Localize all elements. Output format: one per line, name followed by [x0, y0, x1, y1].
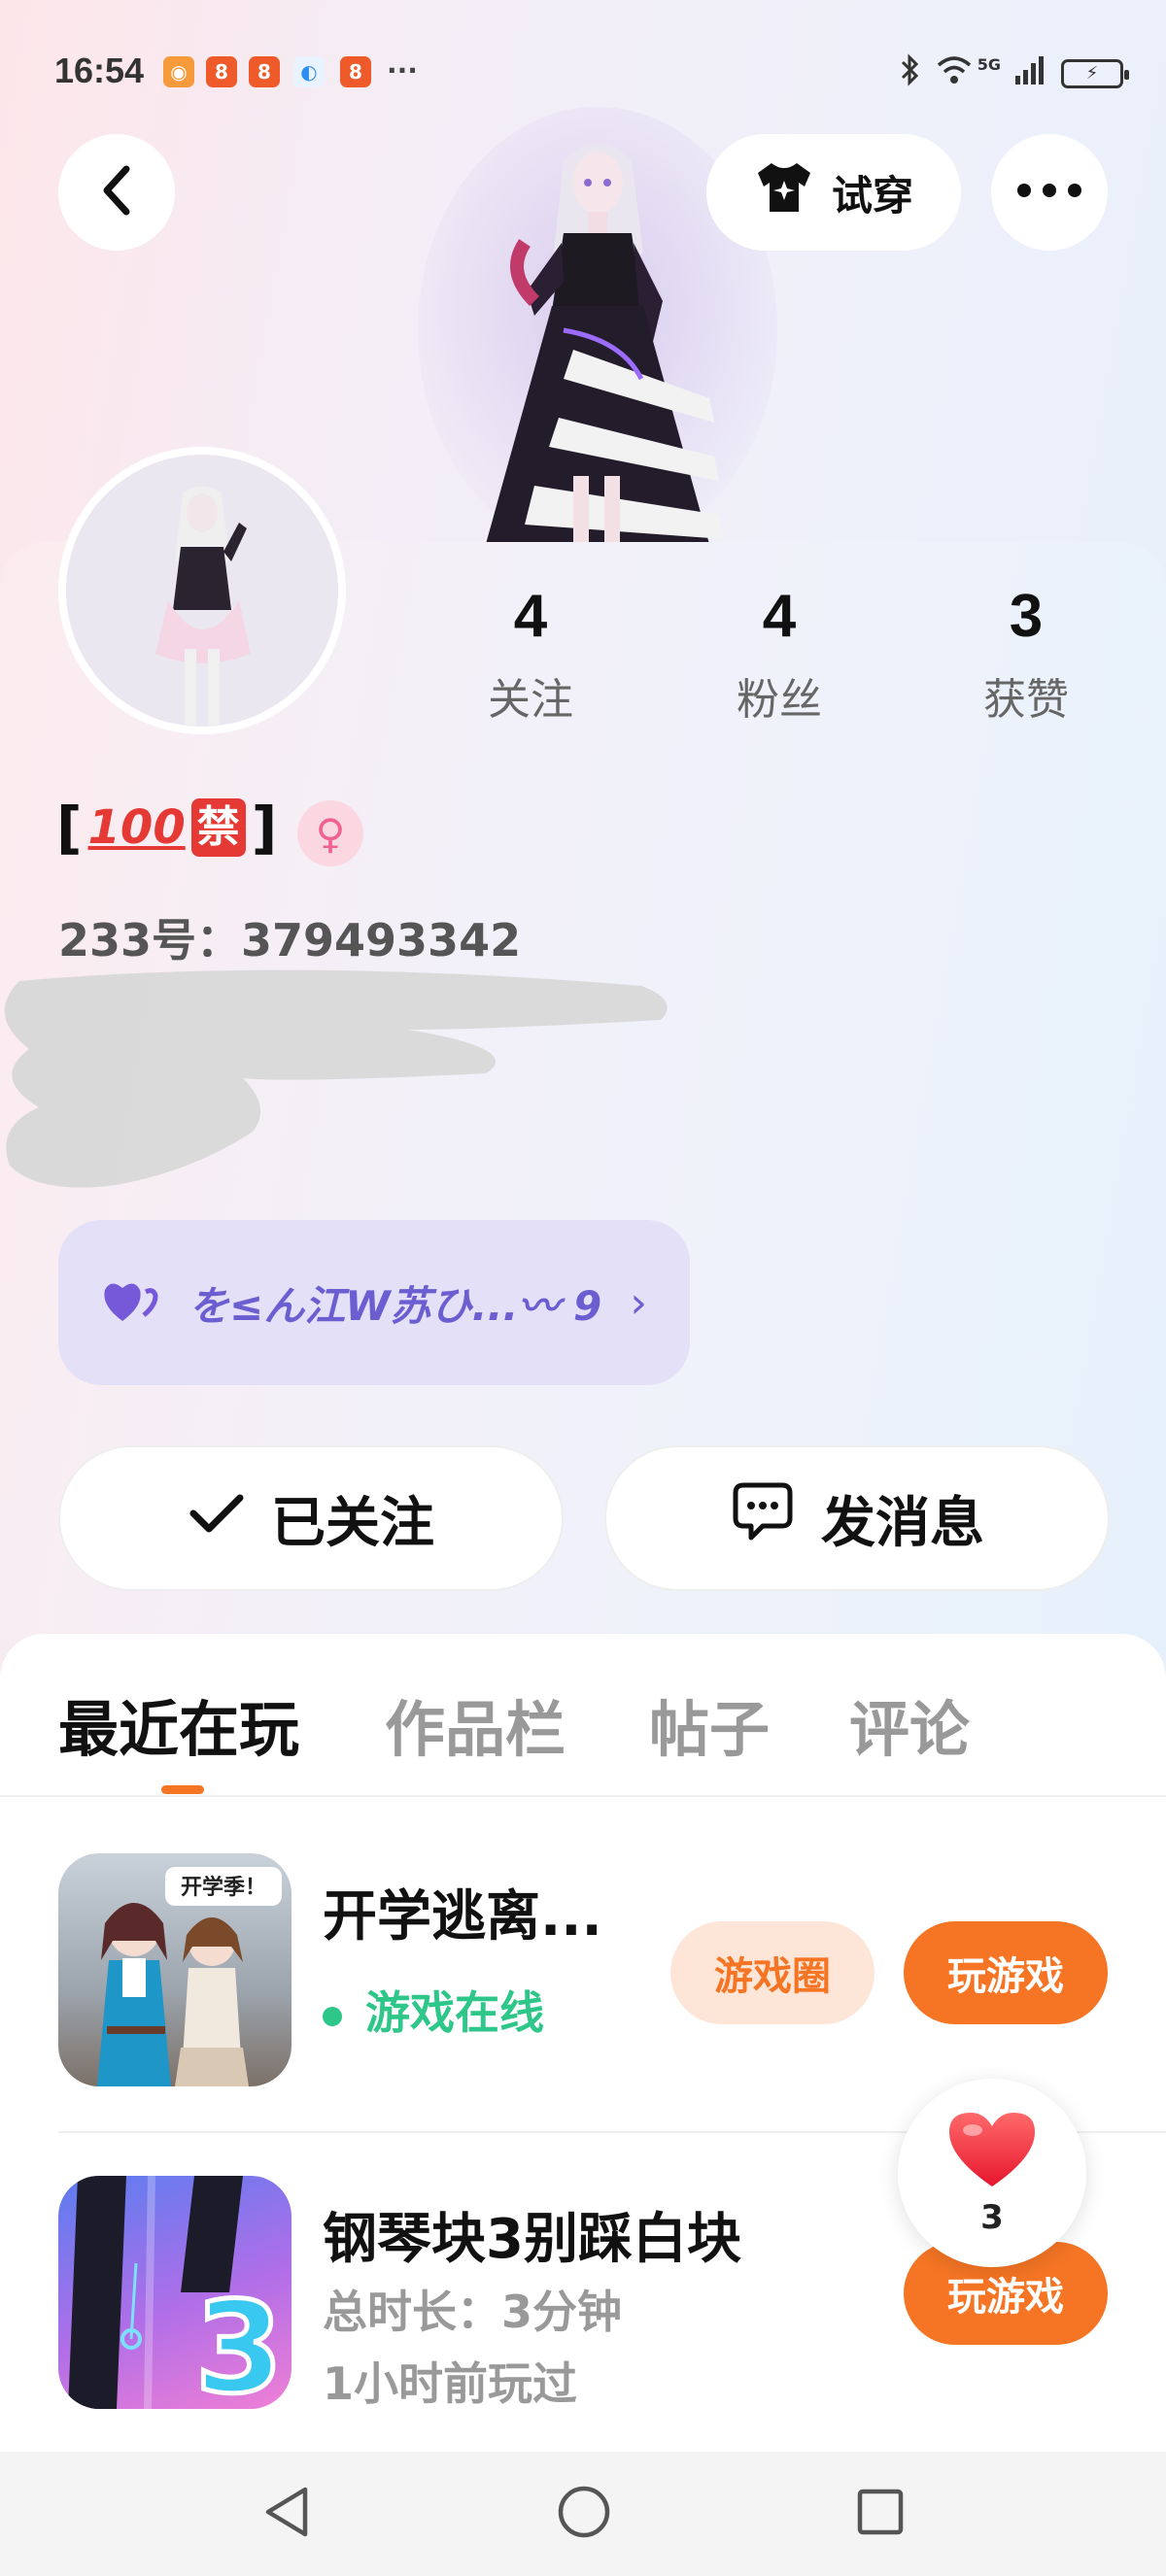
wifi-icon — [935, 53, 974, 93]
game-title: 开学逃离... — [323, 1885, 602, 1949]
username-bracket-close: ] — [251, 795, 278, 861]
chevron-left-icon — [97, 161, 136, 223]
app-icon: 8 — [206, 56, 237, 87]
followed-label: 已关注 — [271, 1491, 434, 1555]
more-dots-icon — [1015, 183, 1083, 202]
tab-comments[interactable]: 评论 — [849, 1680, 970, 1768]
weather-icon: ◐ — [293, 56, 325, 87]
more-notifications: ··· — [387, 54, 418, 86]
chevron-right-icon: › — [630, 1277, 647, 1328]
stat-likes-count: 3 — [1009, 583, 1044, 650]
game-icon-piano-tiles: 3 — [58, 2176, 292, 2409]
send-message-label: 发消息 — [821, 1491, 984, 1555]
chat-bubble-icon — [730, 1479, 796, 1557]
game-title: 钢琴块3别踩白块 — [323, 2208, 741, 2271]
network-type: 5G — [977, 55, 1001, 74]
user-id: 233号：379493342 — [58, 914, 522, 966]
avatar[interactable] — [58, 447, 346, 734]
like-count: 3 — [980, 2198, 1004, 2237]
followed-button[interactable]: 已关注 — [58, 1445, 564, 1591]
game-icon-school-escape: 开学季！ — [58, 1853, 292, 2086]
nav-recents-icon[interactable] — [855, 2487, 906, 2541]
tab-works[interactable]: 作品栏 — [385, 1680, 566, 1768]
profile-tabs: 最近在玩 作品栏 帖子 评论 — [0, 1671, 1166, 1797]
purple-heart-icon — [101, 1276, 161, 1329]
stat-followers-label: 粉丝 — [737, 675, 822, 725]
try-on-label: 试穿 — [831, 171, 913, 220]
app-icon: 8 — [340, 56, 371, 87]
active-tab-indicator — [161, 1785, 204, 1794]
nav-home-icon[interactable] — [556, 2484, 612, 2544]
battery-charging-icon: ⚡ — [1061, 58, 1129, 88]
shopping-icon: ◉ — [163, 56, 194, 87]
nav-back-icon[interactable] — [260, 2484, 313, 2544]
tab-recently-played[interactable]: 最近在玩 — [58, 1680, 299, 1768]
send-message-button[interactable]: 发消息 — [604, 1445, 1110, 1591]
app-icon: 8 — [249, 56, 280, 87]
shirt-icon — [754, 161, 814, 223]
game-icon-number: 3 — [195, 2274, 283, 2409]
username: [ 100 禁 ] — [56, 795, 277, 861]
heart-icon — [945, 2109, 1039, 2194]
stat-likes-label: 获赞 — [983, 675, 1069, 725]
signal-icon — [1014, 54, 1047, 92]
game-icon-badge: 开学季！ — [181, 1875, 266, 1900]
stat-followers-count: 4 — [762, 583, 797, 650]
prohibited-emoji: 禁 — [190, 798, 246, 857]
system-nav-bar — [0, 2452, 1166, 2576]
online-dot-icon — [323, 2006, 342, 2026]
like-float-button[interactable]: 3 — [898, 2079, 1086, 2267]
stat-followers[interactable]: 4 粉丝 — [682, 583, 876, 727]
game-total-duration: 总时长：3分钟 — [323, 2286, 623, 2338]
tab-posts[interactable]: 帖子 — [649, 1680, 770, 1768]
bluetooth-icon — [900, 52, 921, 94]
stat-likes[interactable]: 3 获赞 — [929, 583, 1123, 727]
stat-following[interactable]: 4 关注 — [433, 583, 628, 727]
try-on-button[interactable]: 试穿 — [706, 134, 961, 251]
signature-banner[interactable]: を≤ん江W苏ひ...〰 9 › — [58, 1220, 690, 1385]
redacted-region — [0, 962, 680, 1214]
female-gender-icon: ♀ — [297, 800, 363, 866]
stat-following-count: 4 — [513, 583, 548, 650]
game-circle-button[interactable]: 游戏圈 — [670, 1921, 874, 2024]
status-time: 16:54 — [54, 51, 145, 90]
check-icon — [188, 1487, 246, 1550]
signature-text: を≤ん江W苏ひ...〰 9 — [189, 1281, 602, 1330]
more-options-button[interactable] — [991, 134, 1108, 251]
play-game-button[interactable]: 玩游戏 — [904, 1921, 1108, 2024]
hundred-points-emoji: 100 — [87, 800, 186, 855]
status-right: 5G ⚡ — [900, 52, 1129, 94]
divider — [0, 1795, 1166, 1797]
game-last-played: 1小时前玩过 — [323, 2357, 578, 2410]
username-bracket-open: [ — [56, 795, 83, 861]
online-status-label: 游戏在线 — [365, 1986, 544, 2039]
back-button[interactable] — [58, 134, 175, 251]
stat-following-label: 关注 — [488, 675, 573, 725]
game-online-status: 游戏在线 — [323, 1978, 544, 2042]
